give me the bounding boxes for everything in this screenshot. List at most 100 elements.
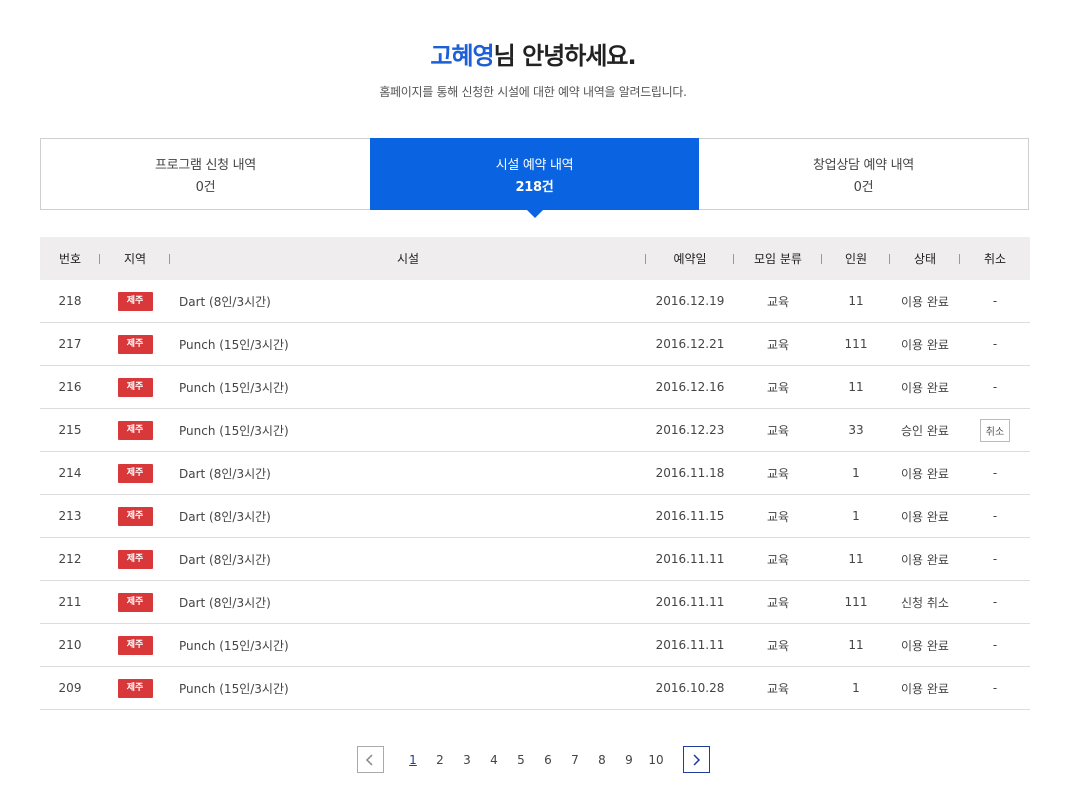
facility-name: Punch (15인/3시간) bbox=[179, 681, 289, 696]
people-count: 1 bbox=[852, 466, 860, 480]
region-cell: 제주 bbox=[100, 506, 170, 526]
header-facility: 시설 bbox=[170, 250, 646, 267]
greeting-suffix: 님 안녕하세요. bbox=[493, 42, 637, 70]
cancel-cell: - bbox=[960, 595, 1030, 609]
region-badge: 제주 bbox=[117, 420, 153, 440]
region-cell: 제주 bbox=[100, 549, 170, 569]
row-number: 216 bbox=[58, 380, 82, 394]
tab-count: 0건 bbox=[853, 179, 874, 195]
region-badge: 제주 bbox=[117, 334, 153, 354]
region-badge: 제주 bbox=[117, 463, 153, 483]
cancel-cell: - bbox=[960, 337, 1030, 351]
row-number: 212 bbox=[58, 552, 82, 566]
region-badge: 제주 bbox=[117, 592, 153, 612]
facility-name: Punch (15인/3시간) bbox=[179, 337, 289, 352]
page-number-2[interactable]: 2 bbox=[427, 753, 454, 767]
header-status: 상태 bbox=[890, 250, 960, 267]
facility-name: Dart (8인/3시간) bbox=[179, 466, 271, 481]
row-number: 210 bbox=[58, 638, 82, 652]
prev-page-button[interactable] bbox=[356, 746, 384, 773]
header-region: 지역 bbox=[100, 250, 170, 267]
greeting-title: 고혜영님 안녕하세요. bbox=[0, 36, 1066, 71]
cancel-reservation-button[interactable]: 취소 bbox=[979, 418, 1011, 442]
cancel-value: - bbox=[992, 294, 998, 308]
row-number: 214 bbox=[58, 466, 82, 480]
facility-name: Punch (15인/3시간) bbox=[179, 638, 289, 653]
page-number-9[interactable]: 9 bbox=[616, 753, 643, 767]
region-cell: 제주 bbox=[100, 678, 170, 698]
region-cell: 제주 bbox=[100, 592, 170, 612]
region-badge: 제주 bbox=[117, 291, 153, 311]
header-cancel: 취소 bbox=[983, 252, 1007, 266]
people-count: 11 bbox=[848, 380, 864, 394]
region-badge: 제주 bbox=[117, 549, 153, 569]
reservation-date: 2016.11.18 bbox=[655, 466, 725, 480]
table-row: 218 제주 Dart (8인/3시간) 2016.12.19 교육 11 이용 완료 - bbox=[40, 280, 1030, 323]
people-count: 111 bbox=[844, 595, 868, 609]
people-count: 11 bbox=[848, 294, 864, 308]
page-number-8[interactable]: 8 bbox=[589, 753, 616, 767]
region-cell: 제주 bbox=[100, 420, 170, 440]
region-cell: 제주 bbox=[100, 377, 170, 397]
table-row: 214 제주 Dart (8인/3시간) 2016.11.18 교육 1 이용 완료 - bbox=[40, 452, 1030, 495]
reservation-date: 2016.12.21 bbox=[655, 337, 725, 351]
region-cell: 제주 bbox=[100, 463, 170, 483]
table-header: 번호 지역 시설 예약일 모임 분류 인원 상태 취소 bbox=[40, 237, 1030, 280]
page-number-3[interactable]: 3 bbox=[454, 753, 481, 767]
cancel-value: - bbox=[992, 509, 998, 523]
table-row: 209 제주 Punch (15인/3시간) 2016.10.28 교육 1 이용 완료 - bbox=[40, 667, 1030, 710]
page-number-1[interactable]: 1 bbox=[400, 753, 427, 767]
status-text: 이용 완료 bbox=[901, 337, 949, 352]
header-type: 모임 분류 bbox=[734, 250, 822, 267]
page-number-6[interactable]: 6 bbox=[535, 753, 562, 767]
reservation-table: 번호 지역 시설 예약일 모임 분류 인원 상태 취소 218 제주 Dart (8… bbox=[40, 237, 1030, 710]
facility-name: Punch (15인/3시간) bbox=[179, 423, 289, 438]
row-number: 213 bbox=[58, 509, 82, 523]
reservation-date: 2016.11.11 bbox=[655, 638, 725, 652]
table-row: 216 제주 Punch (15인/3시간) 2016.12.16 교육 11 이용 완료 - bbox=[40, 366, 1030, 409]
people-count: 11 bbox=[848, 552, 864, 566]
cancel-cell: - bbox=[960, 638, 1030, 652]
table-row: 212 제주 Dart (8인/3시간) 2016.11.11 교육 11 이용 완료 - bbox=[40, 538, 1030, 581]
region-cell: 제주 bbox=[100, 334, 170, 354]
meeting-type: 교육 bbox=[766, 552, 790, 567]
region-cell: 제주 bbox=[100, 635, 170, 655]
region-cell: 제주 bbox=[100, 291, 170, 311]
tab-startup-consulting[interactable]: 창업상담 예약 내역 0건 bbox=[699, 139, 1028, 209]
facility-name: Dart (8인/3시간) bbox=[179, 509, 271, 524]
cancel-value: - bbox=[992, 552, 998, 566]
table-row: 217 제주 Punch (15인/3시간) 2016.12.21 교육 111 이용 완료… bbox=[40, 323, 1030, 366]
reservation-date: 2016.12.19 bbox=[655, 294, 725, 308]
cancel-cell: - bbox=[960, 509, 1030, 523]
people-count: 11 bbox=[848, 638, 864, 652]
page-number-5[interactable]: 5 bbox=[508, 753, 535, 767]
page-number-4[interactable]: 4 bbox=[481, 753, 508, 767]
facility-name: Dart (8인/3시간) bbox=[179, 595, 271, 610]
tab-facility-reservation[interactable]: 시설 예약 내역 218건 bbox=[370, 138, 699, 218]
status-text: 승인 완료 bbox=[901, 423, 949, 438]
status-text: 이용 완료 bbox=[901, 552, 949, 567]
cancel-value: - bbox=[992, 595, 998, 609]
page-number-7[interactable]: 7 bbox=[562, 753, 589, 767]
facility-name: Dart (8인/3시간) bbox=[179, 294, 271, 309]
meeting-type: 교육 bbox=[766, 294, 790, 309]
cancel-value: - bbox=[992, 638, 998, 652]
reservation-date: 2016.10.28 bbox=[655, 681, 725, 695]
header-people: 인원 bbox=[822, 250, 890, 267]
people-count: 1 bbox=[852, 681, 860, 695]
tab-label: 프로그램 신청 내역 bbox=[155, 157, 256, 173]
reservation-date: 2016.12.16 bbox=[655, 380, 725, 394]
meeting-type: 교육 bbox=[766, 423, 790, 438]
status-text: 이용 완료 bbox=[901, 638, 949, 653]
cancel-cell: - bbox=[960, 466, 1030, 480]
next-page-button[interactable] bbox=[682, 746, 710, 773]
facility-name: Dart (8인/3시간) bbox=[179, 552, 271, 567]
tab-count: 0건 bbox=[195, 179, 216, 195]
cancel-value: - bbox=[992, 466, 998, 480]
meeting-type: 교육 bbox=[766, 595, 790, 610]
tab-program-history[interactable]: 프로그램 신청 내역 0건 bbox=[41, 139, 370, 209]
user-name: 고혜영 bbox=[430, 42, 494, 70]
meeting-type: 교육 bbox=[766, 337, 790, 352]
meeting-type: 교육 bbox=[766, 509, 790, 524]
page-number-10[interactable]: 10 bbox=[643, 753, 670, 767]
